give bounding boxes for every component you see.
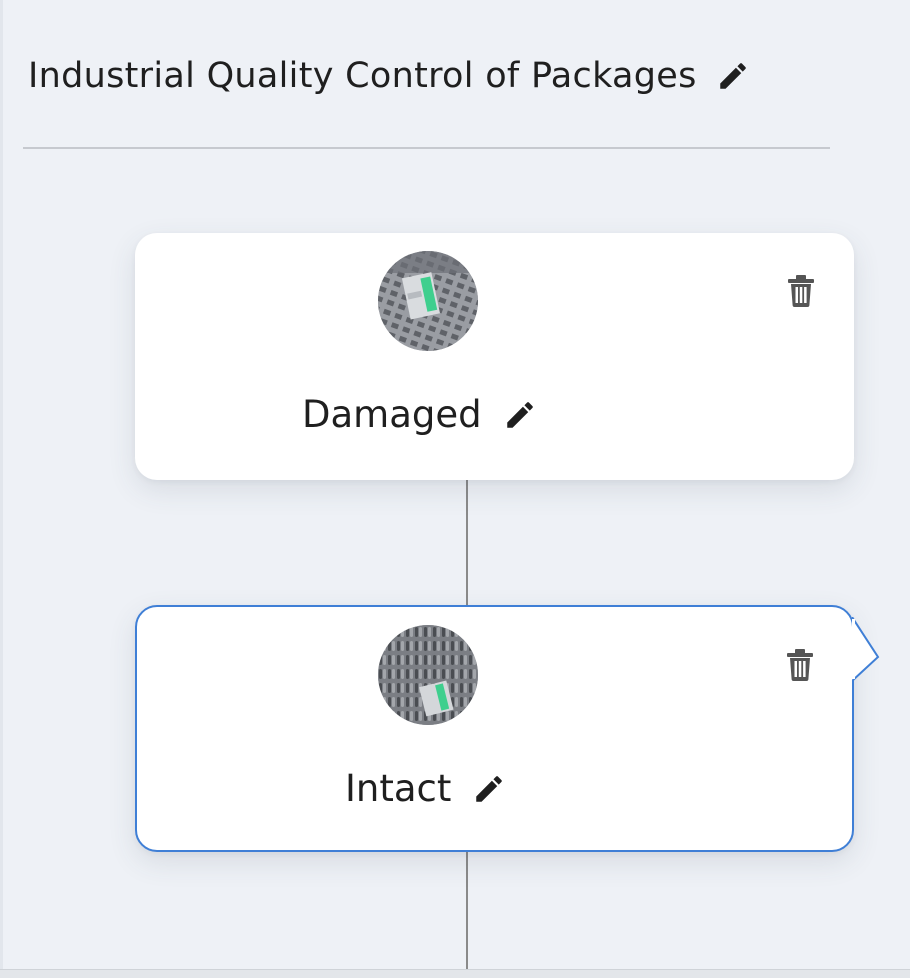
node-connector — [466, 852, 468, 970]
project-header: Industrial Quality Control of Packages — [28, 52, 751, 100]
class-label: Damaged — [302, 393, 482, 436]
pencil-icon[interactable] — [471, 771, 507, 807]
trash-icon — [788, 275, 814, 307]
project-title: Industrial Quality Control of Packages — [28, 56, 697, 96]
header-divider — [23, 147, 830, 149]
node-connector — [466, 480, 468, 606]
delete-class-button[interactable] — [781, 271, 821, 311]
delete-class-button[interactable] — [780, 645, 820, 685]
class-thumbnail — [378, 625, 478, 725]
pencil-icon[interactable] — [502, 397, 538, 433]
left-edge — [0, 0, 3, 977]
class-card-intact[interactable]: Intact — [135, 605, 854, 852]
trash-icon — [787, 649, 813, 681]
class-label-row: Intact — [345, 767, 507, 810]
selected-pointer-arrow — [852, 617, 880, 682]
pencil-icon[interactable] — [715, 58, 751, 94]
class-thumbnail — [378, 251, 478, 351]
class-label-row: Damaged — [302, 393, 538, 436]
class-card-damaged[interactable]: Damaged — [135, 233, 854, 480]
class-label: Intact — [345, 767, 452, 810]
